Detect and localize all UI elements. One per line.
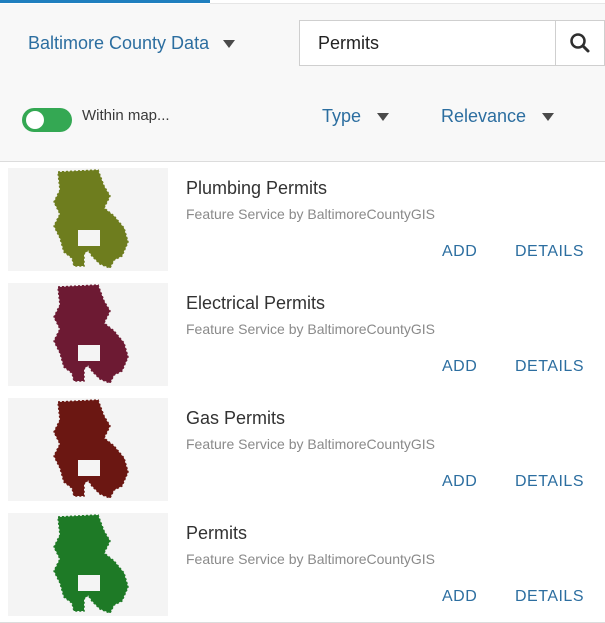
search-input[interactable]	[299, 20, 556, 66]
result-title[interactable]: Gas Permits	[186, 408, 285, 429]
toggle-knob	[26, 111, 44, 129]
filter-bar: Within map... Type Relevance	[0, 82, 605, 162]
details-button[interactable]: DETAILS	[515, 588, 584, 606]
type-filter-dropdown[interactable]: Type	[322, 106, 390, 127]
search-icon	[570, 33, 590, 53]
search-button[interactable]	[556, 20, 605, 66]
map-thumbnail[interactable]	[8, 398, 168, 501]
map-thumbnail-graphic	[53, 514, 129, 614]
result-item: Permits Feature Service by BaltimoreCount…	[0, 507, 605, 623]
map-thumbnail-graphic	[53, 284, 129, 384]
add-button[interactable]: ADD	[442, 358, 477, 376]
within-map-label: Within map...	[82, 107, 170, 124]
add-button[interactable]: ADD	[442, 473, 477, 491]
search-bar: Baltimore County Data	[0, 4, 605, 82]
add-button[interactable]: ADD	[442, 243, 477, 261]
caret-down-icon	[377, 112, 390, 121]
add-button[interactable]: ADD	[442, 588, 477, 606]
map-thumbnail-graphic	[53, 169, 129, 269]
map-thumbnail-graphic	[53, 399, 129, 499]
details-button[interactable]: DETAILS	[515, 243, 584, 261]
sort-label: Relevance	[441, 106, 527, 126]
result-subtitle: Feature Service by BaltimoreCountyGIS	[186, 436, 435, 452]
map-thumbnail[interactable]	[8, 283, 168, 386]
caret-down-icon	[542, 112, 555, 121]
result-subtitle: Feature Service by BaltimoreCountyGIS	[186, 321, 435, 337]
details-button[interactable]: DETAILS	[515, 473, 584, 491]
result-item: Gas Permits Feature Service by BaltimoreC…	[0, 392, 605, 508]
result-item: Electrical Permits Feature Service by Bal…	[0, 277, 605, 393]
within-map-toggle[interactable]	[22, 108, 72, 132]
result-title[interactable]: Plumbing Permits	[186, 178, 327, 199]
result-title[interactable]: Permits	[186, 523, 247, 544]
result-title[interactable]: Electrical Permits	[186, 293, 325, 314]
active-tab-indicator	[0, 0, 210, 3]
details-button[interactable]: DETAILS	[515, 358, 584, 376]
sort-dropdown[interactable]: Relevance	[441, 106, 555, 127]
type-filter-label: Type	[322, 106, 362, 126]
result-subtitle: Feature Service by BaltimoreCountyGIS	[186, 551, 435, 567]
caret-down-icon	[223, 39, 236, 48]
map-thumbnail[interactable]	[8, 168, 168, 271]
source-dropdown[interactable]: Baltimore County Data	[28, 33, 236, 54]
result-item: Plumbing Permits Feature Service by Balti…	[0, 162, 605, 278]
source-dropdown-label: Baltimore County Data	[28, 33, 210, 53]
result-subtitle: Feature Service by BaltimoreCountyGIS	[186, 206, 435, 222]
map-thumbnail[interactable]	[8, 513, 168, 616]
